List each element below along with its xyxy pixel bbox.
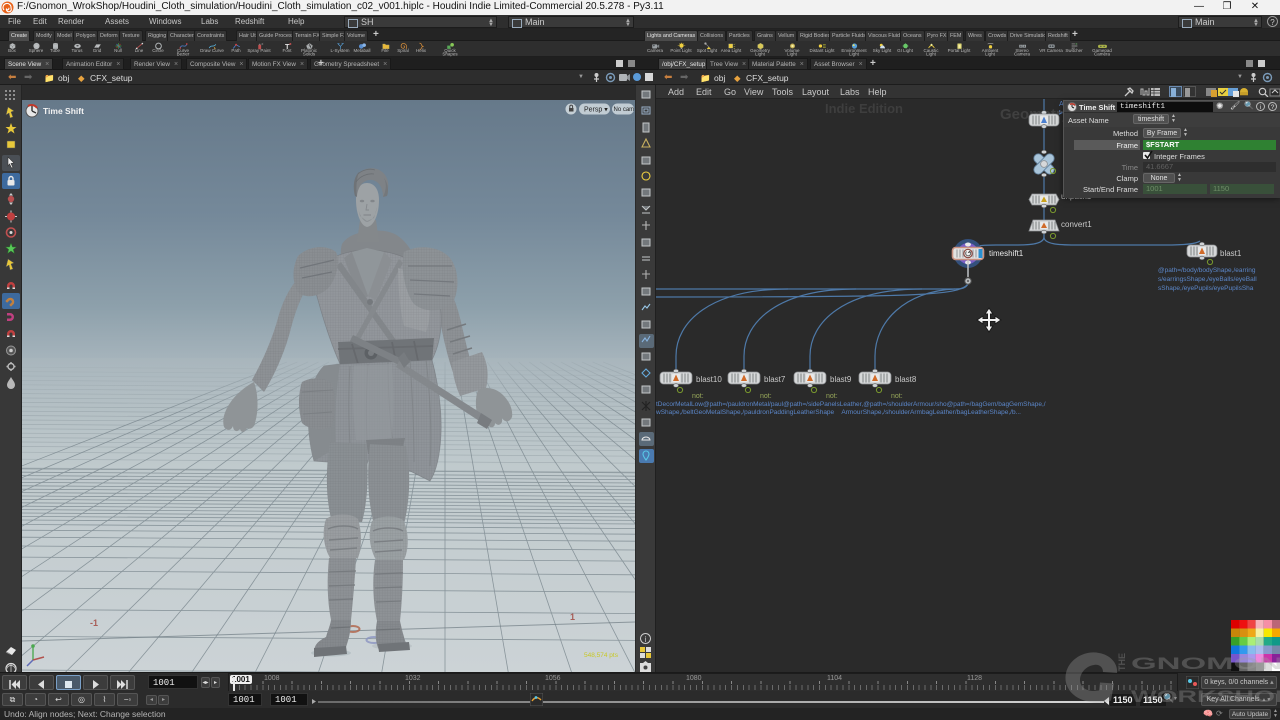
svg-text:not:: not: bbox=[891, 393, 903, 400]
svg-text:No cam ▾: No cam ▾ bbox=[614, 107, 636, 113]
svg-text:@path=/body/bodyShape,/earring: @path=/body/bodyShape,/earring bbox=[1158, 267, 1256, 274]
svg-text:-1: -1 bbox=[90, 618, 98, 628]
svg-text:convert1: convert1 bbox=[1061, 220, 1092, 229]
svg-text:blast7: blast7 bbox=[764, 375, 786, 384]
svg-text:s/earringsShape,/eyeBalls/eyeB: s/earringsShape,/eyeBalls/eyeBall bbox=[1158, 276, 1257, 283]
svg-text:wShape,/beltGeoMetalShape,/pau: wShape,/beltGeoMetalShape,/pauldronPaddi… bbox=[656, 409, 1021, 416]
svg-text:tDecorMetalLow@path=/pauldronM: tDecorMetalLow@path=/pauldronMetal/paul@… bbox=[656, 401, 1046, 408]
svg-text:blast9: blast9 bbox=[830, 375, 852, 384]
svg-text:blast1: blast1 bbox=[1220, 249, 1242, 258]
svg-text:Indie Edition: Indie Edition bbox=[825, 101, 903, 116]
svg-text:Persp ▾: Persp ▾ bbox=[584, 107, 608, 114]
svg-text:sShape,/eyePupils/eyePupilsSha: sShape,/eyePupils/eyePupilsSha bbox=[1158, 285, 1254, 292]
svg-text:548,574 pts: 548,574 pts bbox=[584, 652, 619, 659]
svg-text:blast10: blast10 bbox=[696, 375, 722, 384]
svg-text:blast8: blast8 bbox=[895, 375, 917, 384]
svg-text:not:: not: bbox=[826, 393, 838, 400]
svg-text:not:: not: bbox=[760, 393, 772, 400]
svg-text:1: 1 bbox=[570, 612, 575, 622]
svg-text:not:: not: bbox=[692, 393, 704, 400]
svg-text:timeshift1: timeshift1 bbox=[989, 249, 1024, 258]
svg-text:Time Shift: Time Shift bbox=[43, 106, 84, 116]
